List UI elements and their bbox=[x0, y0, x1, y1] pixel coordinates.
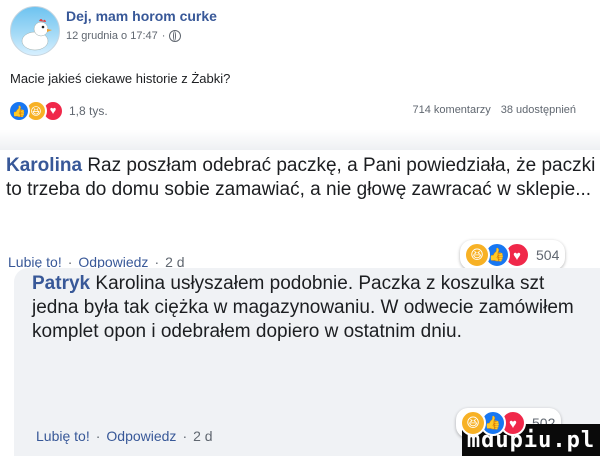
post-timestamp[interactable]: 12 grudnia o 17:47 bbox=[66, 30, 158, 42]
post-meta: 12 grudnia o 17:47 · bbox=[66, 30, 182, 42]
post-stats: 714 komentarzy 38 udostępnień bbox=[413, 104, 577, 116]
comment-body: Karolina Raz poszłam odebrać paczkę, a P… bbox=[6, 154, 596, 202]
haha-reaction-icon: 😆 bbox=[464, 242, 490, 268]
like-reaction-icon: 👍 bbox=[8, 100, 30, 122]
comment-body: Patryk Karolina usłyszałem podobnie. Pac… bbox=[32, 272, 592, 344]
comment: Karolina Raz poszłam odebrać paczkę, a P… bbox=[0, 150, 600, 270]
comments-count[interactable]: 714 komentarzy bbox=[413, 104, 491, 116]
comment-actions: Lubię to! · Odpowiedz · 2 d bbox=[36, 428, 213, 444]
divider bbox=[0, 130, 600, 150]
comment-text: Raz poszłam odebrać paczkę, a Pani powie… bbox=[6, 155, 596, 200]
page-avatar[interactable] bbox=[10, 6, 60, 56]
globe-icon bbox=[169, 30, 182, 42]
comment-text: Karolina usłyszałem podobnie. Paczka z k… bbox=[32, 273, 574, 342]
post-reactions[interactable]: 👍 😆 ♥ 1,8 tys. bbox=[8, 100, 108, 122]
post: Dej, mam horom curke 12 grudnia o 17:47 … bbox=[0, 0, 600, 130]
comment-age[interactable]: 2 d bbox=[193, 428, 212, 444]
post-text: Macie jakieś ciekawe historie z Żabki? bbox=[10, 71, 231, 86]
reply-comment: Patryk Karolina usłyszałem podobnie. Pac… bbox=[14, 268, 600, 456]
reply-button[interactable]: Odpowiedz bbox=[106, 428, 176, 444]
comment-author[interactable]: Karolina bbox=[6, 155, 82, 176]
comment-reactions[interactable]: 😆 👍 ♥ 504 bbox=[460, 240, 566, 270]
like-comment-button[interactable]: Lubię to! bbox=[36, 428, 90, 444]
comment-author[interactable]: Patryk bbox=[32, 273, 90, 294]
reaction-count[interactable]: 1,8 tys. bbox=[69, 104, 108, 118]
page-name[interactable]: Dej, mam horom curke bbox=[66, 8, 217, 24]
haha-reaction-icon: 😆 bbox=[460, 410, 486, 436]
comment-reaction-count: 504 bbox=[536, 247, 560, 263]
shares-count[interactable]: 38 udostępnień bbox=[501, 104, 576, 116]
